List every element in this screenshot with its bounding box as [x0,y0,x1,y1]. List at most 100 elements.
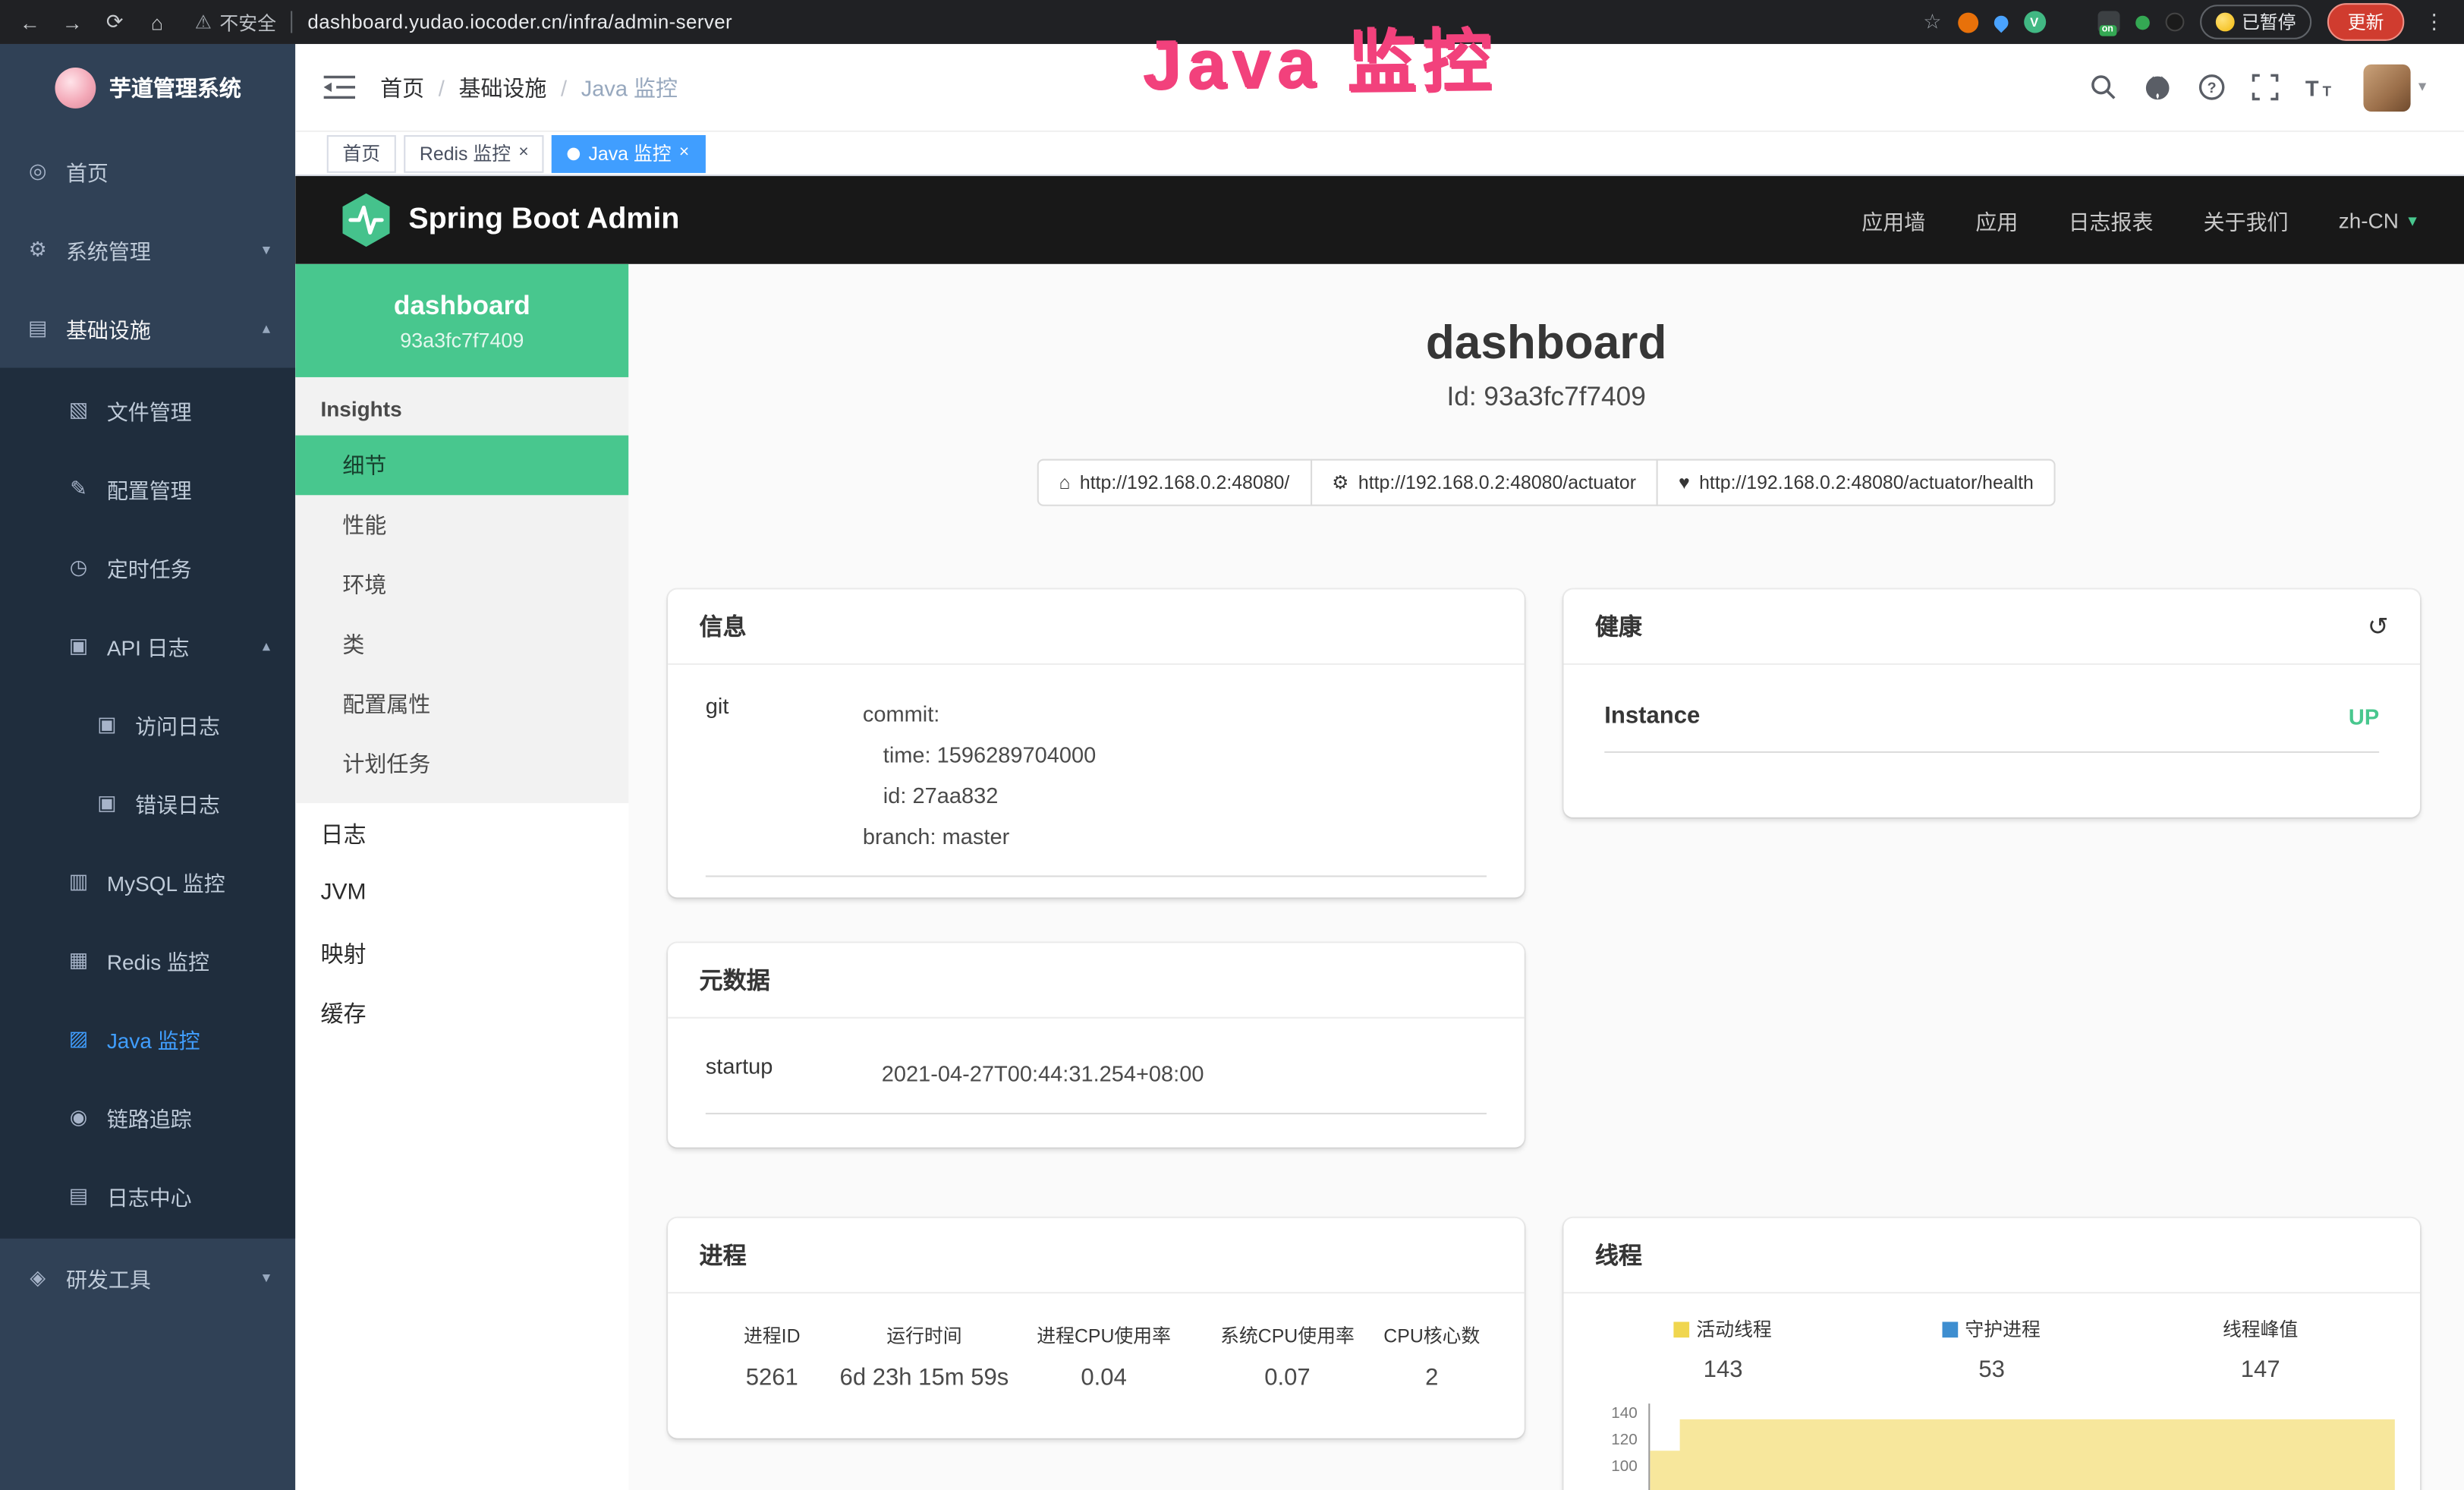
sidebar-item-log-center[interactable]: ▤ 日志中心 [0,1157,295,1236]
sidebar-item-mysql[interactable]: ▥ MySQL 监控 [0,843,295,921]
legend-value: 147 [2126,1356,2395,1383]
chevron-down-icon: ▾ [263,241,270,259]
stat-label: 运行时间 [839,1321,1010,1348]
breadcrumb-home[interactable]: 首页 [380,71,424,102]
sidebar-item-mappings[interactable]: 映射 [295,923,628,983]
sba-nav-applications[interactable]: 应用 [1975,204,2018,235]
actuator-url-button[interactable]: ⚙ http://192.168.0.2:48080/actuator [1310,459,1658,506]
sba-nav-journal[interactable]: 日志报表 [2069,204,2154,235]
legend-label: 活动线程 [1696,1315,1771,1342]
sidebar-item-system[interactable]: ⚙ 系统管理 ▾ [0,210,295,289]
sidebar-item-access-log[interactable]: ▣ 访问日志 [0,685,295,764]
menu-label: 错误日志 [135,787,220,818]
tab-home[interactable]: 首页 [327,134,396,172]
instance-title: dashboard [628,317,2464,370]
sidebar-item-config-props[interactable]: 配置属性 [295,674,628,734]
instance-links: ⌂ http://192.168.0.2:48080/ ⚙ http://192… [628,459,2464,506]
svg-text:?: ? [2208,80,2217,96]
sba-brand[interactable]: Spring Boot Admin [342,194,679,247]
extension-icon-green[interactable] [2135,15,2149,30]
dashboard-icon: ◎ [25,159,50,184]
sidebar-item-details[interactable]: 细节 [295,436,628,496]
sidebar-item-caches[interactable]: 缓存 [295,982,628,1042]
info-line: time: 1596289704000 [863,734,1096,775]
doc-icon: ▣ [94,791,119,816]
sidebar-item-environment[interactable]: 环境 [295,555,628,615]
security-chip[interactable]: ⚠ 不安全 [195,8,276,35]
instance-header[interactable]: dashboard 93a3fc7f7409 [295,264,628,377]
back-icon[interactable]: ← [16,10,44,33]
sidebar-item-scheduled-tasks[interactable]: 计划任务 [295,734,628,794]
tab-java-monitor[interactable]: Java 监控 × [552,134,705,172]
legend-value: 53 [1858,1356,2126,1383]
sidebar-item-home[interactable]: ◎ 首页 [0,132,295,211]
card-title: 进程 [700,1239,747,1271]
sidebar-item-logs[interactable]: 日志 [295,803,628,863]
sidebar-item-infra[interactable]: ▤ 基础设施 ▴ [0,289,295,368]
sidebar-toggle-icon[interactable] [324,73,359,101]
extension-icon-drop[interactable] [1990,12,2010,32]
sidebar-item-files[interactable]: ▧ 文件管理 [0,371,295,450]
info-line: commit: [863,693,1096,734]
sidebar-item-classes[interactable]: 类 [295,615,628,675]
update-button[interactable]: 更新 [2327,3,2404,41]
paused-badge[interactable]: 已暂停 [2199,5,2311,39]
history-icon[interactable]: ↺ [2368,610,2389,641]
gear-icon: ⚙ [25,238,50,263]
instance-sidebar: dashboard 93a3fc7f7409 Insights 细节 性能 环境… [295,264,628,1490]
extension-icon-orange[interactable] [1957,12,1978,33]
extension-icon-vue[interactable]: V [2023,11,2045,33]
menu-label: Redis 监控 [107,944,209,975]
sidebar-item-error-log[interactable]: ▣ 错误日志 [0,764,295,843]
card-body: git commit: time: 1596289704000 id: 27aa… [668,665,1525,897]
database-icon: ▥ [66,869,91,894]
app-logo[interactable]: 芋道管理系统 [0,44,295,132]
help-icon[interactable]: ? [2198,74,2225,100]
stat-value: 6d 23h 15m 59s [839,1364,1010,1391]
font-size-icon[interactable]: TT [2305,74,2337,99]
extension-icon-switch[interactable]: on [2097,11,2119,33]
annotation-text: Java 监控 [974,3,1666,111]
sidebar-item-devtools[interactable]: ◈ 研发工具 ▾ [0,1239,295,1318]
github-icon[interactable] [2144,74,2172,100]
sidebar-item-jobs[interactable]: ◷ 定时任务 [0,528,295,607]
forward-icon[interactable]: → [58,10,87,33]
sba-nav-wallboard[interactable]: 应用墙 [1861,204,1925,235]
breadcrumb-infra[interactable]: 基础设施 [458,71,546,102]
stat-value: 0.07 [1197,1364,1377,1391]
reload-icon[interactable]: ⟳ [101,9,129,34]
fullscreen-icon[interactable] [2252,74,2278,100]
address-bar[interactable]: dashboard.yudao.iocoder.cn/infra/admin-s… [291,11,732,33]
card-header: 进程 [668,1218,1525,1293]
close-icon[interactable]: × [679,145,689,162]
extension-icon-grid[interactable] [2061,12,2082,33]
active-dot [568,147,581,160]
tab-redis-monitor[interactable]: Redis 监控 × [404,134,544,172]
doc-icon: ▣ [94,712,119,737]
service-url-button[interactable]: ⌂ http://192.168.0.2:48080/ [1037,459,1311,506]
sidebar-item-trace[interactable]: ◉ 链路追踪 [0,1079,295,1158]
chevron-down-icon: ▾ [263,1269,270,1287]
browser-menu-icon[interactable]: ⋮ [2420,9,2448,34]
sidebar-item-java-monitor[interactable]: ▨ Java 监控 [0,1000,295,1079]
y-tick: 100 [1611,1459,1638,1476]
sidebar-item-redis[interactable]: ▦ Redis 监控 [0,921,295,1000]
close-icon[interactable]: × [518,145,528,162]
sba-nav-about[interactable]: 关于我们 [2204,204,2289,235]
sidebar-item-api-log[interactable]: ▣ API 日志 ▴ [0,606,295,685]
sidebar-item-jvm[interactable]: JVM [295,863,628,923]
menu-label: 首页 [66,156,109,187]
logo-image [54,68,95,109]
bookmark-star-icon[interactable]: ☆ [1923,9,1941,34]
home-icon[interactable]: ⌂ [143,10,171,33]
search-icon[interactable] [2090,74,2116,100]
locale-selector[interactable]: zh-CN ▾ [2339,208,2417,232]
metadata-card: 元数据 startup 2021-04-27T00:44:31.254+08:0… [668,943,1525,1147]
user-avatar[interactable]: ▾ [2363,64,2426,111]
file-icon: ▧ [66,398,91,423]
sidebar-item-performance[interactable]: 性能 [295,495,628,555]
health-url-button[interactable]: ♥ http://192.168.0.2:48080/actuator/heal… [1657,459,2056,506]
stat-label: 系统CPU使用率 [1197,1321,1377,1348]
extension-icon-paw[interactable] [2165,13,2184,32]
sidebar-item-config[interactable]: ✎ 配置管理 [0,449,295,528]
